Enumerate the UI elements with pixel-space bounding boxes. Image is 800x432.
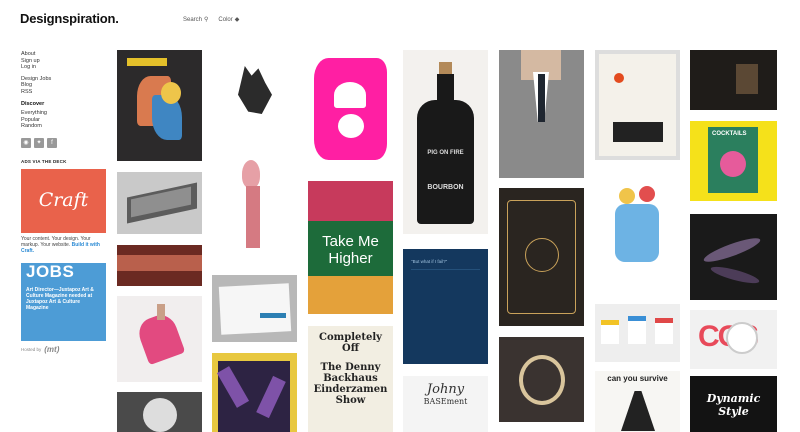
color-label: Color	[218, 16, 233, 23]
pin-superhero-illustration[interactable]	[595, 176, 680, 293]
poster-line-1: Completely	[319, 332, 382, 343]
search-icon: ⚲	[204, 17, 209, 23]
pin-snake-emblem[interactable]	[499, 337, 584, 422]
pin-typographic-poster[interactable]: Completely Off The Denny Backhaus Einder…	[308, 326, 393, 432]
pin-zombie-hands[interactable]	[212, 353, 297, 432]
craft-ad-banner[interactable]: Craft	[21, 168, 106, 233]
search-link[interactable]: Search ⚲	[183, 16, 209, 24]
pin-fashion-illustration[interactable]	[212, 150, 297, 258]
hosted-by: Hosted by (mt)	[21, 346, 107, 354]
pin-product-labels[interactable]	[595, 304, 680, 362]
poster-line-6: Show	[335, 395, 366, 406]
mediatemple-logo[interactable]: (mt)	[44, 346, 59, 354]
sidebar-item-popular[interactable]: Popular	[21, 117, 107, 124]
craft-ad-title: Craft	[38, 189, 89, 212]
jobs-ad[interactable]: JOBS Art Director—Juxtapoz Art & Culture…	[21, 262, 106, 342]
search-label: Search	[183, 16, 203, 23]
ad-label: ADS VIA THE DECK	[21, 158, 67, 164]
poster-line-4: Backhaus	[323, 373, 378, 384]
pin-johny-basement[interactable]: Johny BASEment	[403, 376, 488, 432]
twitter-icon[interactable]: ✦	[34, 137, 44, 148]
pin-quote-card[interactable]: "But what if I fail?"	[403, 249, 488, 364]
craft-ad-text: Your content. Your design. Your markup. …	[21, 236, 107, 255]
dynamic-style-text: Dynamic Style	[706, 392, 761, 418]
basement-text: BASEment	[423, 397, 468, 406]
hosted-label: Hosted by	[21, 347, 42, 353]
site-logo[interactable]: Designspiration.	[20, 11, 119, 26]
pig-on-fire-text: PIG ON FIRE	[427, 150, 464, 156]
sidebar-item-everything[interactable]: Everything	[21, 110, 107, 117]
poster-line-2: Off	[342, 343, 359, 354]
sidebar-item-random[interactable]: Random	[21, 123, 107, 130]
bourbon-text: BOURBON	[427, 184, 464, 191]
sidebar-item-blog[interactable]: Blog	[21, 82, 107, 89]
pin-pink-dress[interactable]	[117, 296, 202, 382]
poster-line-5: Einderzamen	[313, 384, 388, 395]
top-nav: Search ⚲ Color ◆	[183, 16, 240, 24]
instagram-icon[interactable]: ◉	[21, 137, 31, 148]
social-links: ◉ ✦ f	[21, 137, 107, 148]
color-drop-icon: ◆	[234, 17, 240, 23]
pin-castle-illustration[interactable]	[212, 50, 297, 134]
pin-minimal-poster[interactable]	[595, 50, 680, 160]
sidebar-item-about[interactable]: About	[21, 51, 107, 58]
jobs-ad-text: Art Director—Juxtapoz Art & Culture Maga…	[26, 286, 94, 311]
pin-cos-plate[interactable]: COS	[690, 310, 777, 369]
pin-dark-plants[interactable]	[690, 214, 777, 300]
pin-book-spread[interactable]	[212, 275, 297, 342]
jobs-ad-title: JOBS	[26, 262, 75, 282]
discover-heading: Discover	[21, 100, 45, 107]
sidebar-item-rss[interactable]: RSS	[21, 89, 107, 96]
quote-text: "But what if I fail?"	[411, 259, 448, 264]
pin-take-me-higher[interactable]: Take Me Higher	[308, 181, 393, 314]
pin-dark-interior[interactable]	[690, 50, 777, 110]
facebook-icon[interactable]: f	[47, 137, 57, 148]
pin-metal-type[interactable]	[117, 172, 202, 234]
survive-text: can you survive	[607, 374, 668, 383]
sidebar: About Sign up Log in Design Jobs Blog RS…	[21, 51, 107, 354]
pin-bw-photo[interactable]	[117, 392, 202, 432]
poster-line-3: The Denny	[320, 362, 381, 373]
pin-ornate-label[interactable]	[499, 188, 584, 326]
pin-can-you-survive[interactable]: can you survive	[595, 371, 680, 432]
pin-magenta-print[interactable]	[308, 50, 393, 168]
pin-suit-photo[interactable]	[499, 50, 584, 178]
pin-seminar-poster[interactable]	[117, 50, 202, 161]
pin-bourbon-bottle[interactable]: PIG ON FIRE BOURBON	[403, 50, 488, 234]
pin-dynamic-style[interactable]: Dynamic Style	[690, 376, 777, 432]
sidebar-item-design-jobs[interactable]: Design Jobs	[21, 76, 107, 83]
higher-text: Higher	[328, 250, 373, 267]
cocktails-text: COCKTAILS	[712, 131, 747, 137]
sidebar-item-login[interactable]: Log in	[21, 64, 107, 71]
johny-text: Johny	[426, 382, 465, 397]
take-me-text: Take Me	[322, 233, 379, 250]
pin-cocktails-book[interactable]: COCKTAILS	[690, 121, 777, 201]
pin-red-photo[interactable]	[117, 245, 202, 286]
sidebar-item-signup[interactable]: Sign up	[21, 58, 107, 65]
color-link[interactable]: Color ◆	[218, 16, 240, 24]
